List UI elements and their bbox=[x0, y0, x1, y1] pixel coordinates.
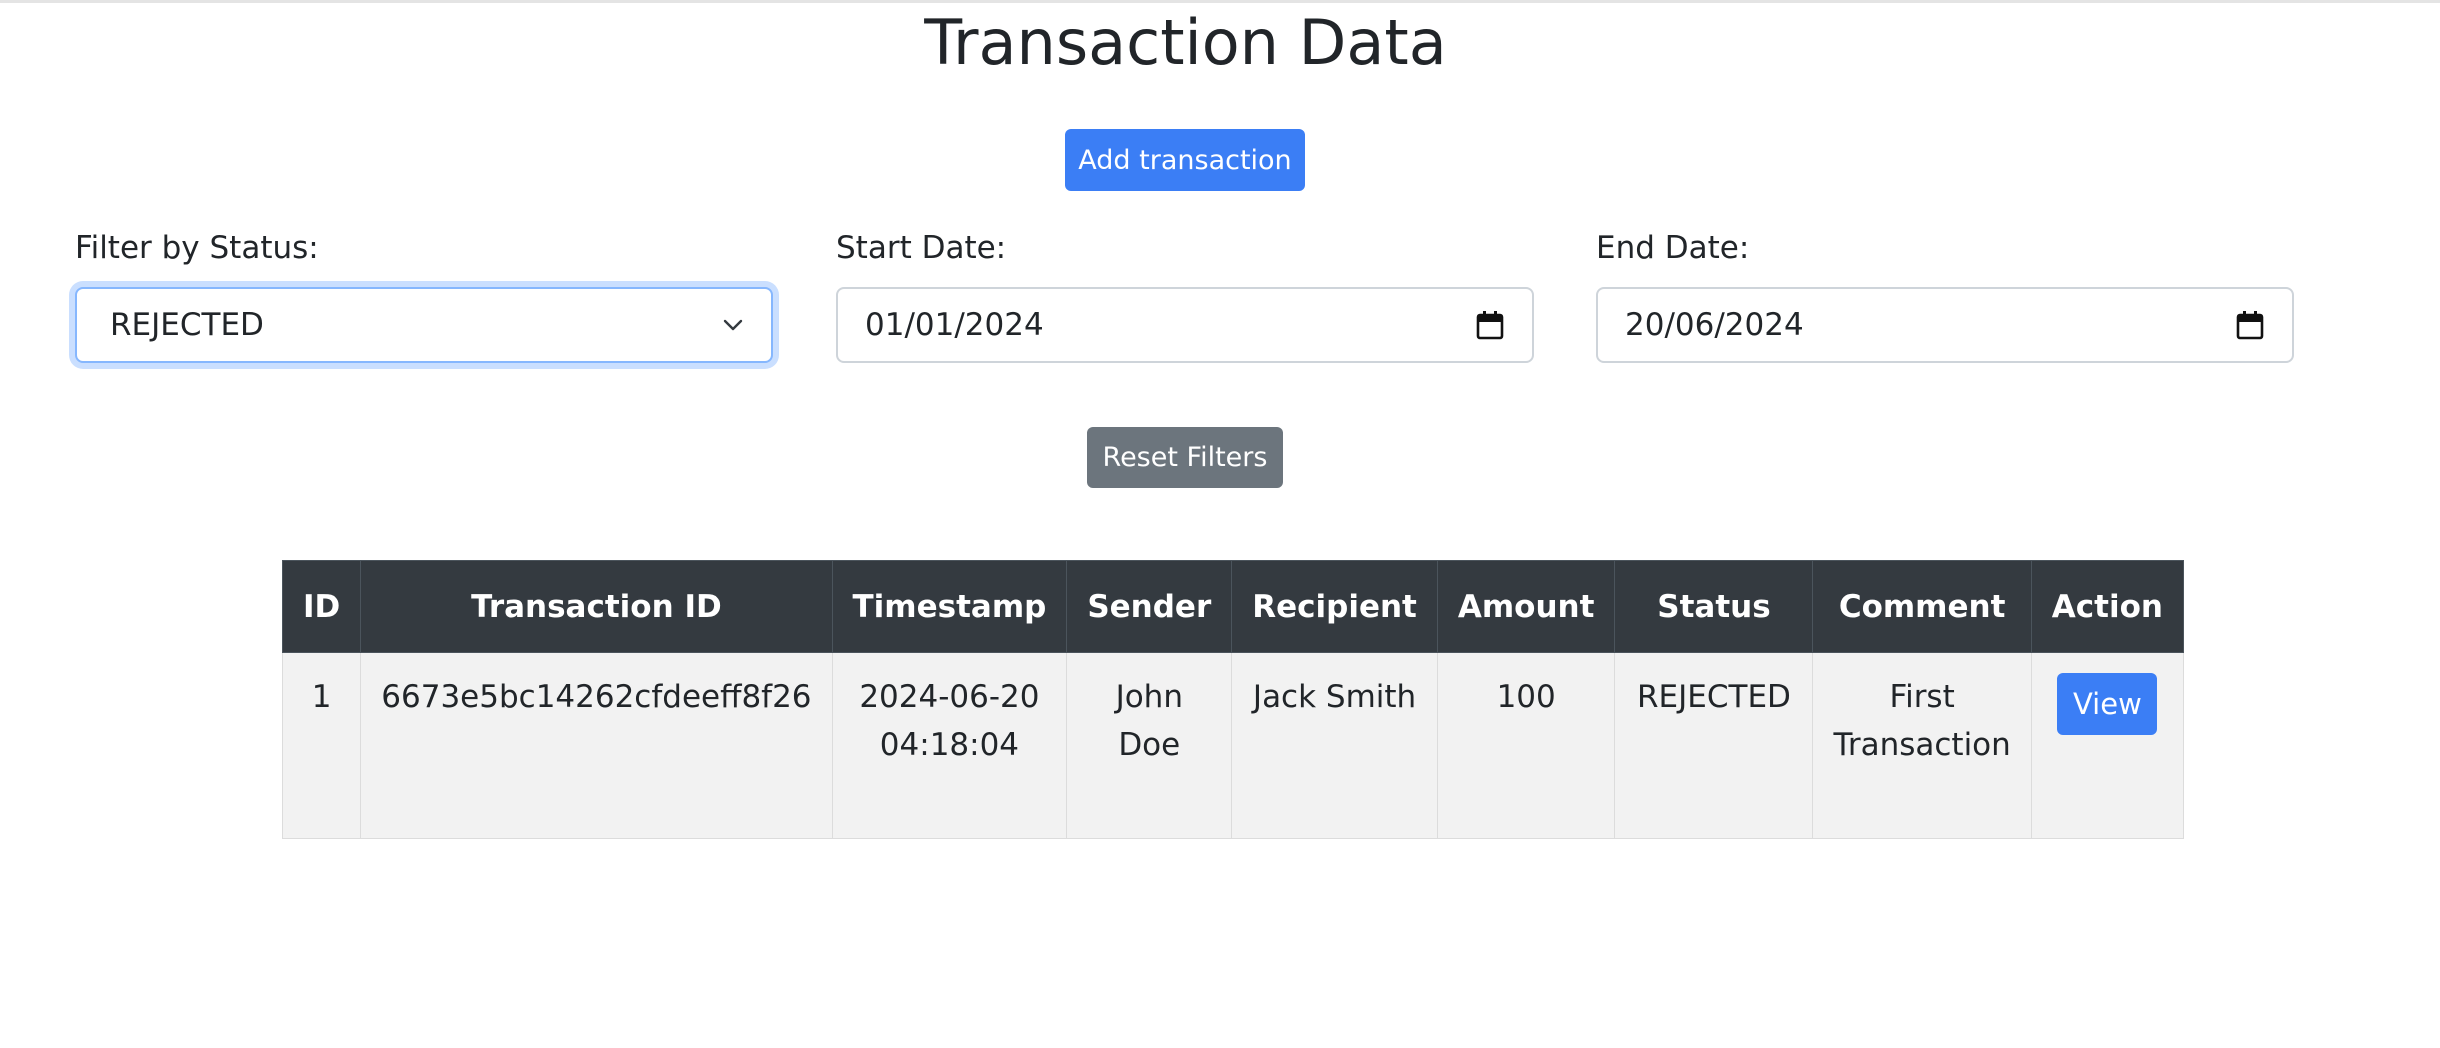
status-select[interactable]: REJECTED bbox=[75, 287, 773, 363]
column-header-transaction-id: Transaction ID bbox=[360, 560, 833, 653]
start-date-value: 01/01/2024 bbox=[865, 307, 1044, 343]
column-header-amount: Amount bbox=[1436, 560, 1616, 653]
transactions-table: ID Transaction ID Timestamp Sender Recip… bbox=[281, 560, 2184, 839]
cell-amount: 100 bbox=[1436, 652, 1616, 839]
status-select-value: REJECTED bbox=[110, 307, 264, 343]
cell-id: 1 bbox=[281, 652, 362, 839]
reset-filters-button[interactable]: Reset Filters bbox=[1087, 427, 1283, 488]
column-header-comment: Comment bbox=[1812, 560, 2032, 653]
table-header-row: ID Transaction ID Timestamp Sender Recip… bbox=[281, 560, 2184, 653]
column-header-recipient: Recipient bbox=[1231, 560, 1438, 653]
column-header-id: ID bbox=[281, 560, 362, 653]
end-date-value: 20/06/2024 bbox=[1625, 307, 1804, 343]
column-header-status: Status bbox=[1614, 560, 1814, 653]
table-row: 1 6673e5bc14262cfdeeff8f26 2024-06-20 04… bbox=[281, 652, 2184, 839]
page-title: Transaction Data bbox=[924, 6, 1447, 79]
cell-timestamp: 2024-06-20 04:18:04 bbox=[831, 652, 1068, 839]
calendar-icon[interactable] bbox=[2236, 310, 2264, 340]
add-transaction-button[interactable]: Add transaction bbox=[1065, 129, 1305, 191]
cell-recipient: Jack Smith bbox=[1231, 652, 1438, 839]
end-date-input[interactable]: 20/06/2024 bbox=[1596, 287, 2294, 363]
view-button[interactable]: View bbox=[2057, 673, 2158, 735]
start-date-input[interactable]: 01/01/2024 bbox=[836, 287, 1534, 363]
status-filter-label: Filter by Status: bbox=[75, 230, 319, 266]
chevron-down-icon bbox=[723, 319, 743, 331]
cell-transaction-id: 6673e5bc14262cfdeeff8f26 bbox=[360, 652, 833, 839]
start-date-label: Start Date: bbox=[836, 230, 1007, 266]
column-header-action: Action bbox=[2030, 560, 2184, 653]
column-header-sender: Sender bbox=[1066, 560, 1233, 653]
cell-sender: John Doe bbox=[1066, 652, 1233, 839]
column-header-timestamp: Timestamp bbox=[831, 560, 1068, 653]
top-border bbox=[0, 0, 2440, 3]
cell-comment: First Transaction bbox=[1812, 652, 2032, 839]
cell-action: View bbox=[2030, 652, 2184, 839]
cell-status: REJECTED bbox=[1614, 652, 1814, 839]
calendar-icon[interactable] bbox=[1476, 310, 1504, 340]
end-date-label: End Date: bbox=[1596, 230, 1750, 266]
